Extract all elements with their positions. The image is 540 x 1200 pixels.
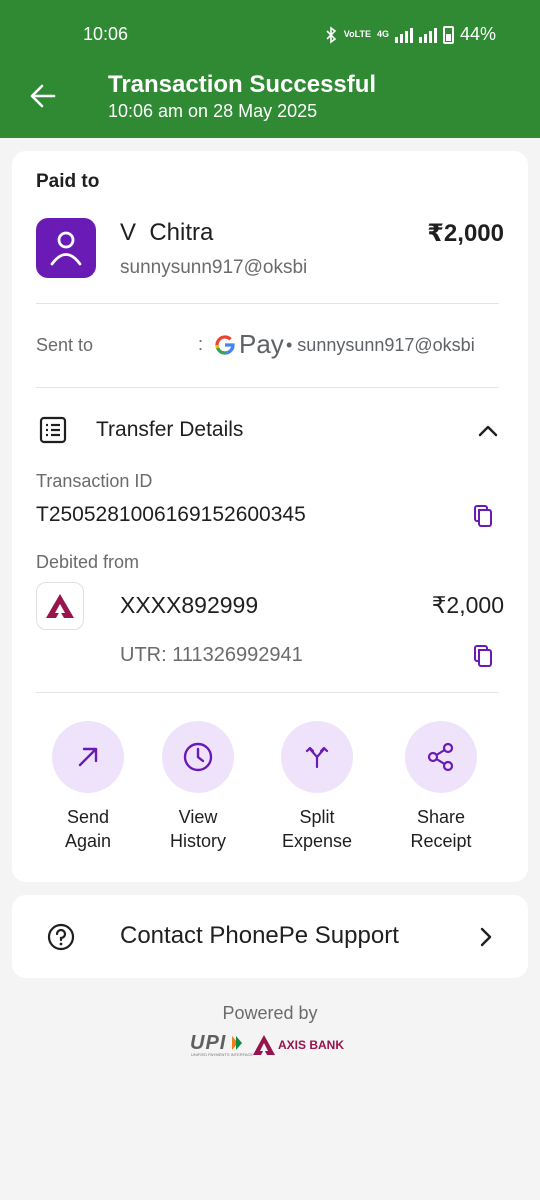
payee-upi: sunnysunn917@oksbi: [120, 257, 308, 278]
divider: [36, 692, 499, 693]
powered-by-text: Powered by: [222, 1003, 318, 1023]
battery-icon: [442, 25, 454, 44]
split-icon: [305, 746, 329, 769]
user-icon: [50, 231, 82, 266]
share-icon: [427, 742, 454, 772]
gpay-logo: Pay: [214, 329, 284, 360]
sent-to-separator: :: [198, 334, 204, 354]
transfer-details-toggle[interactable]: Transfer Details: [96, 418, 243, 442]
payee-avatar: [36, 218, 96, 278]
action-row: Send Again View History Split Expense Sh…: [12, 721, 528, 861]
divider: [36, 303, 499, 304]
action-label-line: Expense: [281, 831, 353, 851]
network-type: 4G: [376, 29, 389, 39]
upi-arrow-icon: [232, 1036, 242, 1050]
transaction-id-value: T2505281006169152600345: [36, 503, 306, 526]
transaction-id-label: Transaction ID: [36, 471, 153, 491]
signal-bars-icon-2: [418, 27, 437, 43]
google-g-icon: [215, 334, 235, 355]
action-label-line: View: [178, 807, 218, 827]
battery-percent: 44%: [459, 24, 496, 44]
action-label-line: Share: [416, 807, 466, 827]
chevron-up-icon[interactable]: [476, 419, 500, 443]
network-label: VoLTE: [343, 29, 371, 39]
contact-support-button[interactable]: Contact PhonePe Support: [12, 895, 528, 978]
action-label-line: Split: [299, 807, 335, 827]
app-header: 10:06 VoLTE 4G 44% Transaction Successfu…: [0, 0, 540, 138]
sent-to-label: Sent to: [36, 335, 94, 355]
debited-amount: ₹2,000: [431, 592, 504, 618]
split-expense-button[interactable]: Split Expense: [267, 721, 367, 853]
action-label-line: Receipt: [410, 831, 472, 851]
page-title: Transaction Successful: [108, 71, 377, 98]
bluetooth-icon: [326, 25, 336, 44]
paid-to-label: Paid to: [36, 171, 100, 192]
action-label-line: Send: [66, 807, 110, 827]
help-circle-icon: [47, 923, 75, 951]
utr-number: UTR: 111326992941: [120, 644, 303, 666]
contact-support-label: Contact PhonePe Support: [120, 922, 399, 949]
upi-logo-subtext: UNIFIED PAYMENTS INTERFACE: [191, 1052, 254, 1057]
share-receipt-button[interactable]: Share Receipt: [391, 721, 491, 853]
arrow-up-right-icon: [78, 747, 98, 767]
axis-bank-icon: [46, 594, 74, 618]
status-time: 10:06: [83, 24, 129, 44]
footer-logos: UPI UNIFIED PAYMENTS INTERFACE AXIS BANK: [190, 1032, 360, 1058]
split-expense-circle[interactable]: [281, 721, 353, 793]
status-bar: 10:06 VoLTE 4G 44%: [0, 24, 540, 48]
transaction-card: Paid to V Chitra sunnysunn917@oksbi ₹2,0…: [12, 151, 528, 882]
action-label-line: Again: [64, 831, 112, 851]
view-history-label: View History: [148, 805, 248, 853]
gpay-pay-text: Pay: [239, 329, 284, 359]
copy-icon[interactable]: [471, 644, 495, 668]
axis-bank-logo: [36, 582, 84, 630]
view-history-button[interactable]: View History: [148, 721, 248, 853]
clock-icon: [183, 742, 213, 772]
split-expense-label: Split Expense: [267, 805, 367, 853]
action-label-line: History: [169, 831, 226, 851]
signal-bars-icon: [394, 27, 413, 43]
send-again-label: Send Again: [38, 805, 138, 853]
axis-bank-wordmark: AXIS BANK: [278, 1038, 345, 1052]
sent-to-upi: • sunnysunn917@oksbi: [286, 335, 475, 355]
debited-from-label: Debited from: [36, 552, 140, 572]
page-subtitle: 10:06 am on 28 May 2025: [108, 101, 318, 121]
share-receipt-circle[interactable]: [405, 721, 477, 793]
status-icons: VoLTE 4G 44%: [324, 24, 496, 45]
copy-icon[interactable]: [471, 504, 495, 528]
header-titles: Transaction Successful 10:06 am on 28 Ma…: [108, 70, 376, 122]
share-receipt-label: Share Receipt: [391, 805, 491, 853]
divider: [36, 387, 499, 388]
send-again-circle[interactable]: [52, 721, 124, 793]
chevron-right-icon: [480, 927, 492, 947]
view-history-circle[interactable]: [162, 721, 234, 793]
account-number: XXXX892999: [120, 592, 259, 618]
paid-amount: ₹2,000: [427, 220, 504, 247]
axis-bank-footer-icon: [253, 1035, 275, 1055]
back-arrow-icon[interactable]: [24, 78, 60, 114]
receipt-list-icon: [39, 416, 67, 444]
send-again-button[interactable]: Send Again: [38, 721, 138, 853]
payee-name: V Chitra: [120, 219, 214, 246]
